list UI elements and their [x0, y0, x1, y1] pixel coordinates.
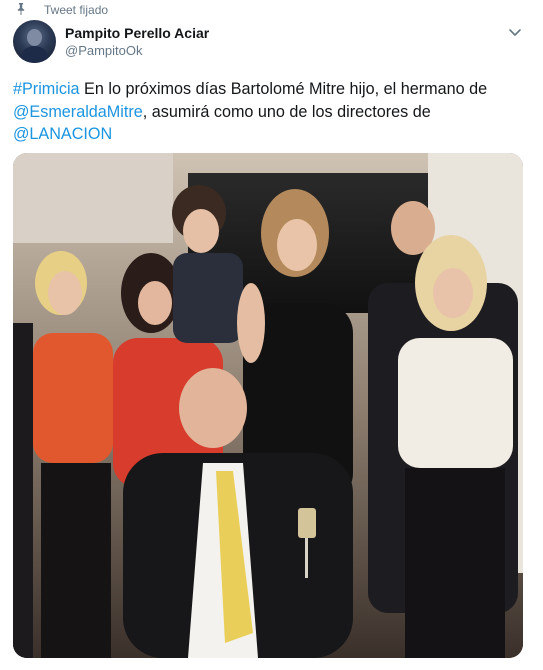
hashtag-link[interactable]: #Primicia — [13, 80, 80, 98]
tweet-photo[interactable] — [13, 153, 523, 658]
pinned-label: Tweet fijado — [44, 3, 109, 17]
pin-icon — [17, 3, 25, 15]
pinned-tweet-indicator: Tweet fijado — [17, 3, 109, 17]
photo-content — [13, 153, 523, 658]
tweet-text-part: , asumirá como uno de los directores de — [142, 102, 431, 121]
mention-link-esmeralda[interactable]: @EsmeraldaMitre — [13, 103, 143, 121]
avatar[interactable] — [13, 20, 56, 63]
tweet-text-part: En lo próximos días Bartolomé Mitre hijo… — [79, 80, 488, 98]
author-name[interactable]: Pampito Perello Aciar — [65, 25, 209, 41]
author-handle[interactable]: @PampitoOk — [65, 43, 143, 58]
chevron-down-icon[interactable] — [505, 22, 525, 42]
tweet-text: #Primicia En lo próximos días Bartolomé … — [13, 78, 523, 146]
mention-link-lanacion[interactable]: @LANACION — [13, 125, 112, 143]
